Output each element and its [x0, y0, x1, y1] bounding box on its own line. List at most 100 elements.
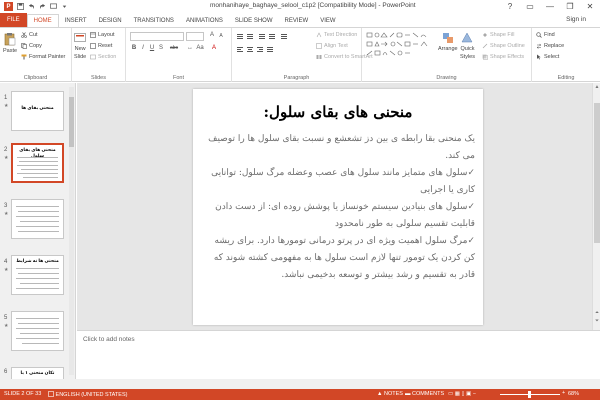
customize-qat-icon[interactable] [61, 3, 68, 10]
slide-thumbnail-6[interactable]: تکان منحنی ۱ با [11, 367, 64, 379]
find-button[interactable]: Find [536, 32, 555, 38]
slide-thumbnail-1[interactable]: منحنی بقای ها [11, 91, 64, 131]
bold-button[interactable]: B [130, 45, 138, 51]
zoom-level[interactable]: 68% [568, 391, 579, 397]
thumbnail-text-line [16, 268, 59, 269]
thumbnail-title: منحنی ها نه شرایط [16, 258, 59, 263]
close-button[interactable]: ✕ [580, 0, 600, 13]
comments-button[interactable]: ▬ COMMENTS [405, 391, 444, 397]
notes-button[interactable]: ▲ NOTES [377, 391, 403, 397]
format-painter-button[interactable]: Format Painter [21, 54, 65, 60]
tab-design[interactable]: DESIGN [93, 15, 128, 27]
slide-sorter-icon[interactable]: ▦ [455, 391, 460, 397]
select-button[interactable]: Select [536, 54, 559, 60]
layout-button[interactable]: Layout [90, 32, 115, 38]
underline-button[interactable]: U [148, 45, 156, 51]
grow-font-button[interactable]: A [208, 32, 216, 38]
next-slide-icon[interactable]: ⏷ [593, 318, 600, 324]
slideshow-view-icon[interactable]: ▣ [466, 391, 471, 397]
normal-view-icon[interactable]: ▭ [448, 391, 453, 397]
slide-editing-area: منحنی های بقای سلول: یک منحنی بقا رابطه … [77, 83, 600, 330]
zoom-slider-handle[interactable] [528, 391, 531, 398]
ribbon-display-button[interactable]: ▭ [520, 0, 540, 13]
zoom-in-icon[interactable]: + [562, 390, 565, 396]
drawing-group: Arrange Quick Styles Shape Fill Shape Ou… [362, 28, 532, 82]
thumbnail-text-line [18, 273, 59, 274]
language-indicator[interactable]: ENGLISH (UNITED STATES) [48, 391, 127, 398]
font-color-button[interactable]: A [210, 45, 218, 51]
quick-styles-icon [462, 32, 473, 43]
replace-button[interactable]: Replace [536, 43, 564, 49]
editor-scrollbar-thumb[interactable] [594, 103, 600, 243]
restore-button[interactable]: ❐ [560, 0, 580, 13]
shadow-button[interactable]: S [157, 45, 165, 51]
start-slideshow-icon[interactable] [50, 3, 57, 10]
character-spacing-button[interactable]: ↔ [186, 45, 194, 51]
notes-pane[interactable]: Click to add notes [77, 330, 600, 379]
slide-body-text[interactable]: یک منحنی بقا رابطه ی بین دز تشعشع و نسبت… [205, 131, 475, 284]
align-text-icon [316, 43, 322, 49]
font-name-field[interactable] [130, 32, 184, 41]
slide-bullet: ✓سلول های متمایز مانند سلول های عصب وعضل… [211, 168, 475, 195]
cut-button[interactable]: Cut [21, 32, 38, 38]
shrink-font-button[interactable]: A [217, 33, 225, 39]
tab-home[interactable]: HOME [26, 14, 59, 27]
shape-outline-button[interactable]: Shape Outline [482, 43, 525, 49]
help-button[interactable]: ? [500, 0, 520, 13]
section-button[interactable]: Section [90, 54, 116, 60]
slide-bullet: ✓مرگ سلول اهمیت ویژه ای در پرتو درمانی ت… [213, 236, 475, 280]
redo-icon[interactable] [39, 3, 46, 10]
reading-view-icon[interactable]: ▯ [461, 391, 464, 397]
undo-icon[interactable] [28, 3, 35, 10]
tab-transitions[interactable]: TRANSITIONS [128, 15, 180, 27]
thumbnail-text-line [18, 211, 59, 212]
list-buttons-icon[interactable] [236, 33, 316, 40]
tab-view[interactable]: VIEW [314, 15, 341, 27]
align-text-button[interactable]: Align Text [316, 43, 348, 49]
current-slide[interactable]: منحنی های بقای سلول: یک منحنی بقا رابطه … [193, 89, 483, 325]
slide-thumbnail-4[interactable]: منحنی ها نه شرایط [11, 255, 64, 295]
search-icon [536, 32, 542, 38]
shape-fill-button[interactable]: Shape Fill [482, 32, 514, 38]
copy-button[interactable]: Copy [21, 43, 42, 49]
shapes-gallery-icon[interactable] [366, 32, 436, 60]
quick-styles-button[interactable]: Quick Styles [460, 32, 475, 60]
editor-scrollbar[interactable]: ▲ ⏶ ⏷ [592, 83, 600, 330]
thumbnail-text-line [19, 161, 58, 162]
arrange-button[interactable]: Arrange [438, 32, 458, 52]
tab-insert[interactable]: INSERT [59, 15, 93, 27]
font-size-field[interactable] [186, 32, 204, 41]
text-direction-button[interactable]: Text Direction [316, 32, 357, 38]
alignment-buttons-icon[interactable] [236, 46, 316, 53]
tab-animations[interactable]: ANIMATIONS [180, 15, 229, 27]
tab-slide-show[interactable]: SLIDE SHOW [229, 15, 279, 27]
thumbnail-scrollbar[interactable] [69, 87, 74, 375]
change-case-button[interactable]: Aa [196, 45, 204, 51]
shape-effects-button[interactable]: Shape Effects [482, 54, 524, 60]
reset-icon [90, 43, 96, 49]
italic-button[interactable]: I [139, 45, 147, 51]
tab-file[interactable]: FILE [0, 13, 27, 27]
minimize-button[interactable]: — [540, 0, 560, 13]
paint-bucket-icon [483, 33, 487, 37]
strikethrough-button[interactable]: abc [167, 45, 181, 51]
scroll-up-icon[interactable]: ▲ [593, 84, 600, 90]
slide-thumbnail-2[interactable]: منحنی های بقای سلول [11, 143, 64, 183]
cursor-icon [537, 54, 541, 60]
thumbnail-scrollbar-thumb[interactable] [69, 97, 74, 147]
view-buttons[interactable]: ▭ ▦ ▯ ▣ − [448, 391, 476, 397]
font-group: A A B I U S abc ↔ Aa A Font [126, 28, 232, 82]
zoom-out-icon[interactable]: − [473, 391, 476, 397]
slide-title[interactable]: منحنی های بقای سلول: [201, 103, 475, 121]
slide-thumbnail-3[interactable] [11, 199, 64, 239]
tab-review[interactable]: REVIEW [279, 15, 315, 27]
sign-in-link[interactable]: Sign in [566, 16, 586, 23]
previous-slide-icon[interactable]: ⏶ [593, 310, 600, 316]
thumbnail-text-line [18, 231, 59, 232]
slide-thumbnail-5[interactable] [11, 311, 64, 351]
paste-button[interactable]: Paste [3, 32, 17, 54]
new-slide-button[interactable]: New Slide [74, 32, 86, 60]
save-icon[interactable] [17, 3, 24, 10]
reset-button[interactable]: Reset [90, 43, 112, 49]
thumbnail-text-line [23, 177, 58, 178]
